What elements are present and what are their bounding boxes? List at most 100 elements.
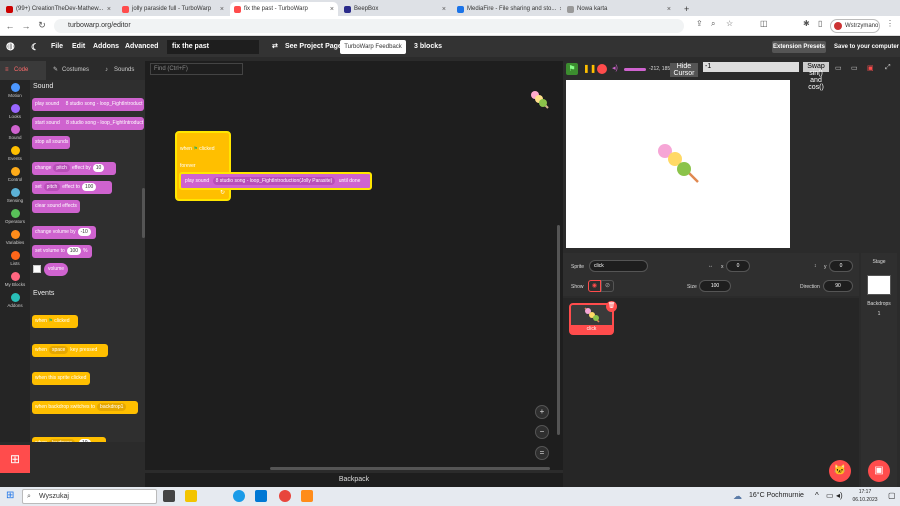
- block-arg[interactable]: pitch: [53, 164, 70, 172]
- block-input[interactable]: -10: [77, 228, 91, 236]
- volume-checkbox[interactable]: [33, 265, 41, 273]
- category-events[interactable]: Events: [0, 146, 30, 161]
- tab-code[interactable]: ≡ Code: [0, 61, 46, 80]
- turbowarp-app-icon[interactable]: [301, 490, 313, 502]
- tray-chevron-icon[interactable]: ^: [815, 491, 819, 500]
- save-to-computer-button[interactable]: Save to your computer: [834, 37, 899, 57]
- add-sprite-button[interactable]: 🐱: [829, 460, 851, 482]
- block-play-sound[interactable]: play sound 8 studio song - loop_FightInt…: [32, 98, 144, 111]
- add-extension-button[interactable]: ⊞: [0, 445, 30, 473]
- network-icon[interactable]: ▭: [826, 491, 834, 500]
- delete-sprite-icon[interactable]: 🗑: [606, 301, 617, 312]
- block-arg[interactable]: backdrop1: [97, 403, 127, 411]
- close-tab-icon[interactable]: ×: [220, 6, 224, 13]
- green-flag-button[interactable]: ⚑: [566, 63, 578, 75]
- stage-canvas[interactable]: [566, 80, 790, 248]
- browser-tab[interactable]: jolly paraside full - TurboWarp ×: [118, 2, 228, 16]
- category-lists[interactable]: Lists: [0, 251, 30, 266]
- edge-icon[interactable]: [233, 490, 245, 502]
- stage-target-pane[interactable]: Stage Backdrops 1: [861, 253, 897, 488]
- bookmark-star-icon[interactable]: ☆: [726, 19, 733, 28]
- workspace-horizontal-scrollbar[interactable]: [270, 467, 550, 470]
- block-start-sound[interactable]: start sound 8 studio song - loop_FightIn…: [32, 117, 144, 130]
- pause-button[interactable]: ❚❚: [583, 64, 596, 74]
- browser-tab[interactable]: MediaFire - File sharing and sto...×: [453, 2, 561, 16]
- find-input[interactable]: Find (Ctrl+F): [150, 63, 243, 75]
- show-visible-button[interactable]: ◉: [588, 280, 601, 292]
- block-input[interactable]: 10: [92, 164, 105, 172]
- workspace-vertical-scrollbar[interactable]: [557, 225, 560, 435]
- browser-tab-active[interactable]: fix the past - TurboWarp ×: [230, 2, 338, 16]
- close-tab-icon[interactable]: ×: [107, 6, 111, 13]
- mail-icon[interactable]: [255, 490, 267, 502]
- script-hat-block[interactable]: when ⚑ clicked forever ↻: [175, 131, 231, 201]
- dango-sprite[interactable]: [654, 138, 704, 188]
- show-hidden-button[interactable]: ⊘: [601, 280, 614, 292]
- speaker-icon[interactable]: ◂): [836, 491, 843, 500]
- x-input[interactable]: 0: [726, 260, 750, 272]
- small-stage-icon[interactable]: ▭: [835, 64, 842, 72]
- new-tab-button[interactable]: +: [680, 2, 694, 16]
- stop-button[interactable]: [597, 64, 607, 74]
- browser-tab[interactable]: (99+) CreationTheDev-Mathew... ×: [2, 2, 115, 16]
- close-tab-icon[interactable]: ×: [442, 6, 446, 13]
- category-variables[interactable]: Variables: [0, 230, 30, 245]
- url-input[interactable]: turbowarp.org/editor: [54, 19, 684, 33]
- block-input[interactable]: 100: [81, 183, 97, 191]
- task-view-icon[interactable]: [163, 490, 175, 502]
- zoom-out-button[interactable]: −: [535, 425, 549, 439]
- large-stage-icon[interactable]: ▣: [867, 64, 874, 72]
- notifications-icon[interactable]: ▢: [888, 491, 896, 500]
- close-tab-icon[interactable]: ×: [667, 6, 671, 13]
- direction-input[interactable]: 90: [823, 280, 853, 292]
- zoom-icon[interactable]: ⌕: [711, 19, 715, 29]
- forward-icon[interactable]: →: [20, 21, 32, 31]
- block-clear-sound-effects[interactable]: clear sound effects: [32, 200, 80, 213]
- category-motion[interactable]: Motion: [0, 83, 30, 98]
- block-arg[interactable]: 8 studio song - loop_FightIntroduct: [63, 119, 144, 127]
- back-icon[interactable]: ←: [4, 21, 16, 31]
- block-set-effect[interactable]: set pitch effect to 100: [32, 181, 112, 194]
- project-title-input[interactable]: fix the past: [167, 40, 259, 54]
- y-input[interactable]: 0: [829, 260, 853, 272]
- more-menu-icon[interactable]: ⋮: [886, 19, 894, 28]
- block-change-volume[interactable]: change volume by -10: [32, 226, 96, 239]
- sprite-name-input[interactable]: click: [589, 260, 648, 272]
- category-sound[interactable]: Sound: [0, 125, 30, 140]
- zoom-in-button[interactable]: +: [535, 405, 549, 419]
- block-when-sprite-clicked[interactable]: when this sprite clicked: [32, 372, 90, 385]
- stage-thumbnail[interactable]: [867, 275, 891, 295]
- block-when-key-pressed[interactable]: when space key pressed: [32, 344, 108, 357]
- category-addons[interactable]: Addons: [0, 293, 30, 308]
- windows-start-icon[interactable]: ⊞: [6, 490, 14, 501]
- sound-dropdown[interactable]: 8 studio song - loop_FightIntroduction(J…: [212, 177, 336, 185]
- tab-sounds[interactable]: ♪ Sounds: [100, 61, 145, 80]
- category-my-blocks[interactable]: My Blocks: [0, 272, 30, 287]
- clock[interactable]: 17:17 06.10.2023: [848, 488, 882, 504]
- close-tab-icon[interactable]: ×: [559, 6, 561, 13]
- script-play-sound-until-done[interactable]: play sound 8 studio song - loop_FightInt…: [179, 172, 372, 190]
- share-icon[interactable]: ⇪: [696, 19, 703, 28]
- chrome-icon[interactable]: [279, 490, 291, 502]
- backpack-header[interactable]: Backpack: [145, 473, 563, 487]
- extension-presets-button[interactable]: Extension Presets: [772, 41, 826, 53]
- block-input[interactable]: 10: [78, 439, 91, 442]
- block-arg[interactable]: space: [48, 346, 69, 354]
- theme-moon-icon[interactable]: ☾: [31, 37, 39, 57]
- feedback-button[interactable]: TurboWarp Feedback: [340, 40, 406, 54]
- language-globe-icon[interactable]: ◍: [6, 37, 15, 57]
- menu-addons[interactable]: Addons: [93, 37, 119, 57]
- category-looks[interactable]: Looks: [0, 104, 30, 119]
- block-change-effect[interactable]: change pitch effect by 10: [32, 162, 116, 175]
- stage-value-input[interactable]: -1: [703, 62, 799, 72]
- screenshot-icon[interactable]: ◫: [760, 19, 768, 28]
- volume-slider[interactable]: [624, 68, 646, 71]
- category-sensing[interactable]: Sensing: [0, 188, 30, 203]
- file-explorer-icon[interactable]: [185, 490, 197, 502]
- block-arg[interactable]: loudness: [48, 439, 75, 442]
- browser-tab[interactable]: BeepBox ×: [340, 2, 450, 16]
- normal-stage-icon[interactable]: ▭: [851, 64, 858, 72]
- menu-edit[interactable]: Edit: [72, 37, 85, 57]
- block-stop-all-sounds[interactable]: stop all sounds: [32, 136, 70, 149]
- menu-file[interactable]: File: [51, 37, 63, 57]
